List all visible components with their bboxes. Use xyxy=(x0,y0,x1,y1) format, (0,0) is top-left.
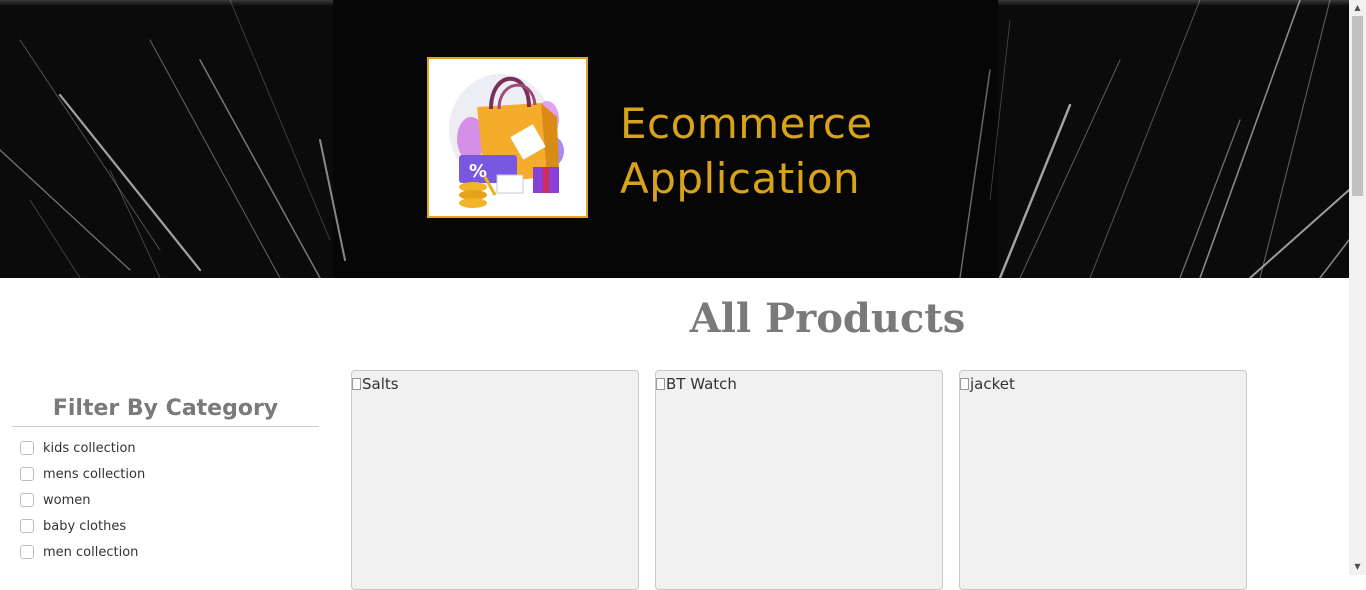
product-card[interactable]: BT Watch xyxy=(655,370,943,590)
page-scrollbar[interactable]: ▲ ▼ xyxy=(1349,0,1366,575)
page-title: All Products xyxy=(689,295,966,342)
category-label: men collection xyxy=(43,544,139,560)
brand-line-1: Ecommerce xyxy=(620,99,873,148)
broken-image-icon xyxy=(352,378,361,390)
broken-image-icon xyxy=(960,378,969,390)
product-card[interactable]: Salts xyxy=(351,370,639,590)
scroll-up-arrow-icon[interactable]: ▲ xyxy=(1349,0,1366,16)
product-image[interactable]: Salts xyxy=(352,375,399,393)
category-label: mens collection xyxy=(43,466,146,482)
category-checkbox[interactable] xyxy=(20,519,34,533)
product-card[interactable]: jacket xyxy=(959,370,1247,590)
product-image[interactable]: jacket xyxy=(960,375,1015,393)
brand-logo: % xyxy=(427,57,588,218)
filter-title: Filter By Category xyxy=(12,394,319,427)
category-label: baby clothes xyxy=(43,518,127,534)
header-banner: % Ecommerce Application xyxy=(0,0,1349,278)
product-image-alt: Salts xyxy=(362,375,399,393)
brand-name: Ecommerce Application xyxy=(620,96,873,206)
category-label: kids collection xyxy=(43,440,136,456)
category-checkbox[interactable] xyxy=(20,467,34,481)
category-checkbox[interactable] xyxy=(20,441,34,455)
category-item-women[interactable]: women xyxy=(12,487,319,513)
scroll-down-arrow-icon[interactable]: ▼ xyxy=(1349,559,1366,575)
product-image-alt: BT Watch xyxy=(666,375,737,393)
category-item-mens-collection[interactable]: mens collection xyxy=(12,461,319,487)
brand-line-2: Application xyxy=(620,154,861,203)
category-item-baby-clothes[interactable]: baby clothes xyxy=(12,513,319,539)
category-label: women xyxy=(43,492,91,508)
category-checkbox[interactable] xyxy=(20,493,34,507)
category-checkbox[interactable] xyxy=(20,545,34,559)
product-image[interactable]: BT Watch xyxy=(656,375,737,393)
shopping-bag-icon: % xyxy=(449,74,564,208)
category-item-men-collection[interactable]: men collection xyxy=(12,539,319,565)
category-list: kids collection mens collection women ba… xyxy=(12,435,319,565)
scrollbar-thumb[interactable] xyxy=(1352,16,1363,196)
product-image-alt: jacket xyxy=(970,375,1015,393)
broken-image-icon xyxy=(656,378,665,390)
category-item-kids-collection[interactable]: kids collection xyxy=(12,435,319,461)
category-filter-panel: Filter By Category kids collection mens … xyxy=(12,394,319,565)
